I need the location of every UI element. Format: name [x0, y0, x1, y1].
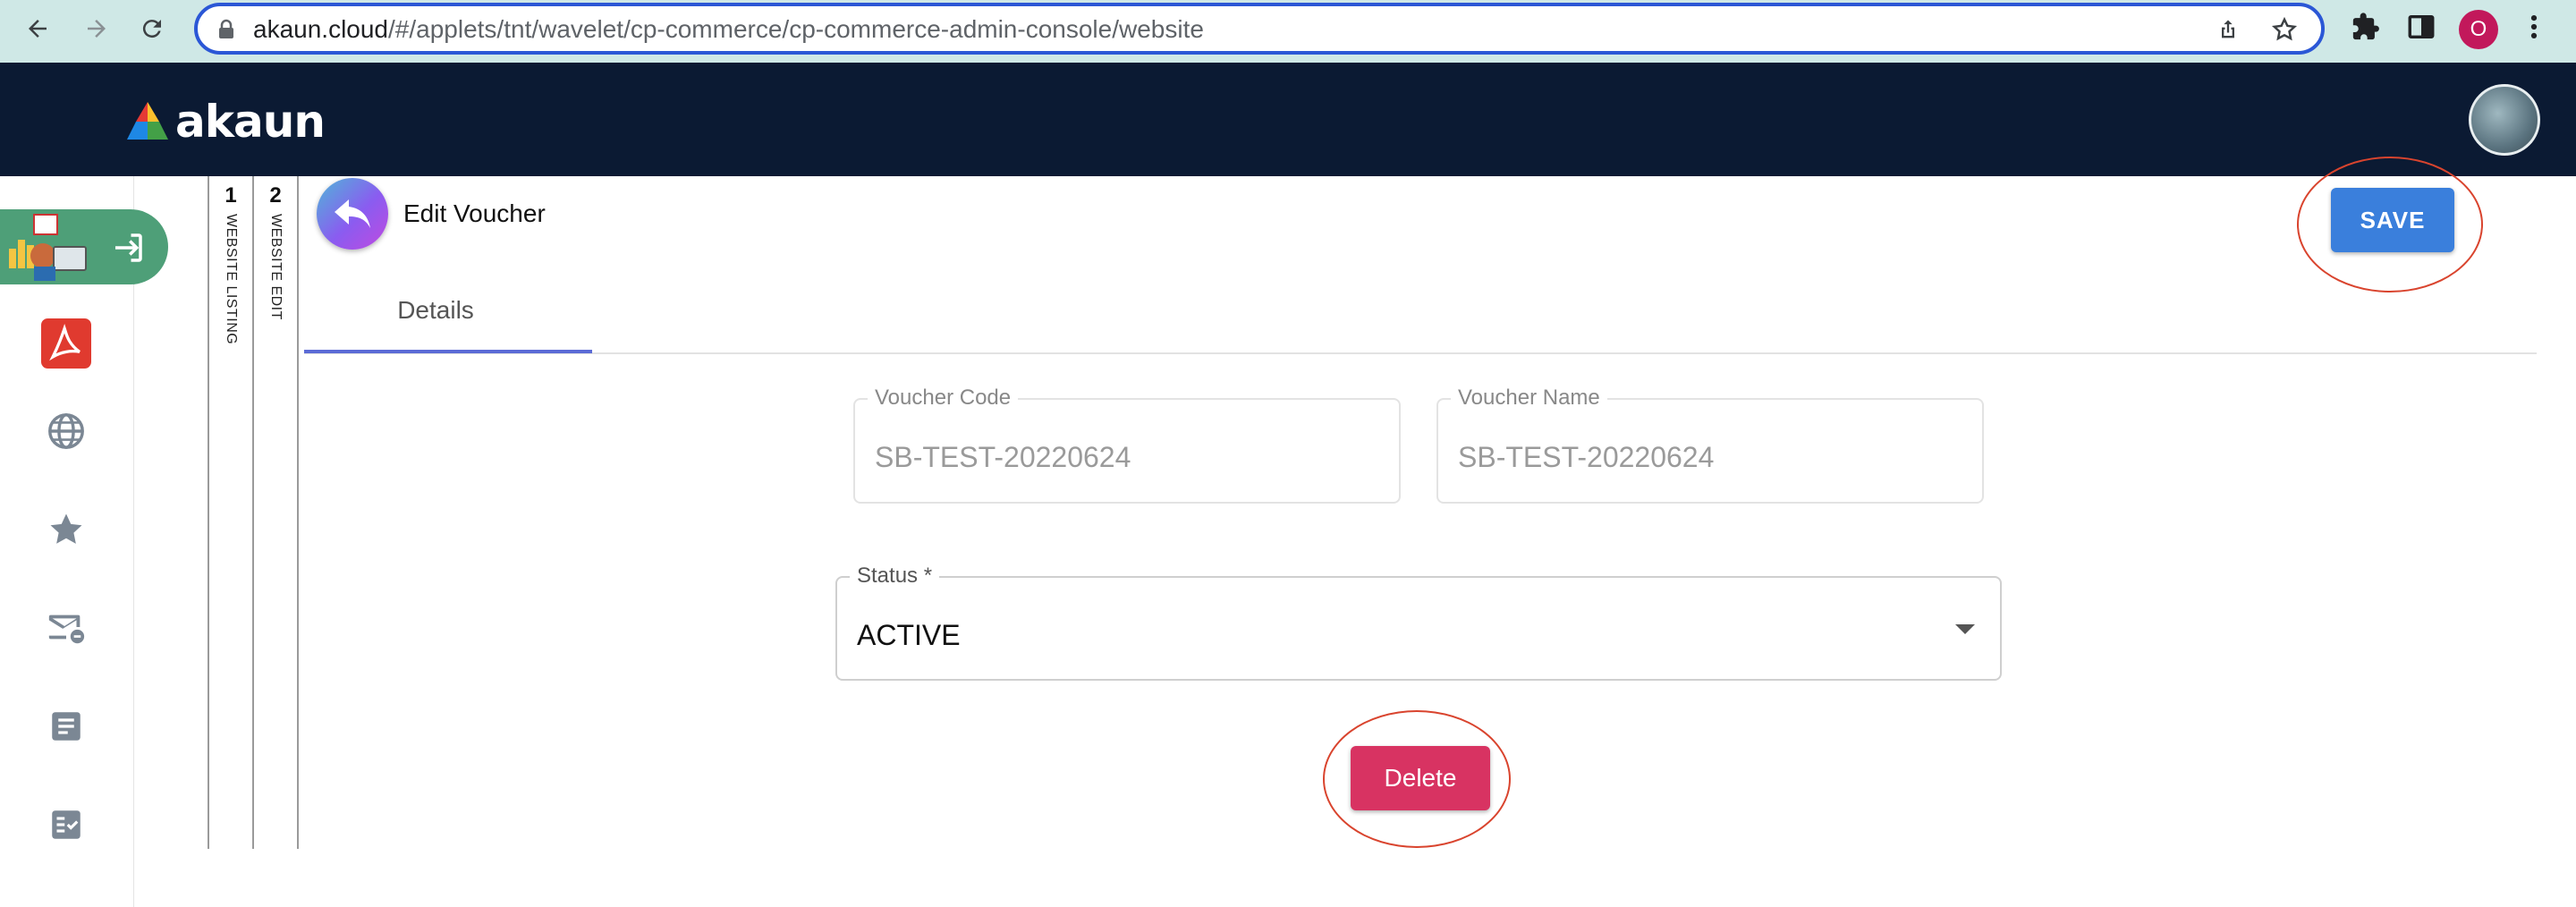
- dropdown-arrow-icon: [1955, 624, 1975, 634]
- applet-illustration-icon: [9, 214, 87, 281]
- step-label: WEBSITE LISTING: [224, 214, 239, 345]
- akaun-logo[interactable]: akaun: [125, 96, 326, 148]
- save-highlight-ring: [2297, 157, 2483, 292]
- left-sidebar: [0, 176, 168, 907]
- voucher-name-label: Voucher Name: [1451, 386, 1607, 411]
- tab-active-indicator: [304, 350, 592, 353]
- step-website-listing[interactable]: 1 WEBSITE LISTING: [209, 183, 252, 344]
- sidebar-item-mail[interactable]: [41, 602, 91, 652]
- voucher-code-label: Voucher Code: [868, 386, 1019, 411]
- share-icon[interactable]: [2216, 16, 2241, 47]
- back-button[interactable]: [317, 178, 388, 250]
- sidebar-item-documents[interactable]: [41, 701, 91, 751]
- reload-icon[interactable]: [132, 9, 172, 48]
- login-icon: [115, 233, 142, 262]
- sidebar-item-favorites[interactable]: [41, 504, 91, 555]
- extensions-puzzle-icon[interactable]: [2351, 12, 2381, 46]
- status-select[interactable]: Status * ACTIVE: [835, 564, 2002, 681]
- url-text: akaun.cloud/#/applets/tnt/wavelet/cp-com…: [253, 15, 1204, 43]
- reply-arrow-icon: [335, 199, 370, 228]
- sidebar-item-website[interactable]: [41, 406, 91, 456]
- mail-icon: [48, 615, 85, 644]
- lock-icon: [217, 19, 235, 44]
- step-tabs: 1 WEBSITE LISTING 2 WEBSITE EDIT: [208, 176, 299, 849]
- step-divider: [297, 176, 299, 849]
- more-vert-icon[interactable]: [2528, 12, 2540, 46]
- address-bar[interactable]: akaun.cloud/#/applets/tnt/wavelet/cp-com…: [194, 3, 2325, 55]
- step-number: 1: [225, 183, 237, 208]
- globe-icon: [48, 413, 84, 449]
- app-header: akaun: [0, 63, 2576, 176]
- forward-arrow-icon[interactable]: [77, 9, 116, 48]
- sidebar-item-acrobat[interactable]: [41, 318, 91, 369]
- bookmark-star-icon[interactable]: [2271, 16, 2298, 47]
- voucher-code-value: SB-TEST-20220624: [875, 441, 1131, 473]
- voucher-name-value: SB-TEST-20220624: [1458, 441, 1715, 473]
- side-panel-icon[interactable]: [2406, 12, 2436, 46]
- voucher-name-field[interactable]: Voucher Name SB-TEST-20220624: [1436, 386, 1984, 504]
- edit-voucher-panel: Edit Voucher SAVE Details Voucher Code S…: [301, 157, 2537, 849]
- status-label: Status *: [850, 564, 940, 589]
- page-title: Edit Voucher: [403, 199, 546, 227]
- tab-divider: [304, 352, 2537, 354]
- step-number: 2: [269, 183, 282, 208]
- checklist-icon: [52, 810, 80, 839]
- acrobat-icon: [41, 318, 91, 369]
- akaun-logo-mark-icon: [127, 102, 168, 140]
- tab-details[interactable]: Details: [301, 266, 571, 355]
- browser-toolbar: akaun.cloud/#/applets/tnt/wavelet/cp-com…: [0, 0, 2576, 63]
- step-website-edit[interactable]: 2 WEBSITE EDIT: [254, 183, 297, 320]
- document-icon: [52, 712, 80, 741]
- back-arrow-icon[interactable]: [18, 9, 57, 48]
- status-value: ACTIVE: [857, 619, 961, 651]
- browser-profile-avatar[interactable]: O: [2459, 10, 2498, 49]
- sidebar-item-checklist[interactable]: [41, 800, 91, 850]
- star-icon: [50, 513, 82, 544]
- user-avatar[interactable]: [2469, 84, 2540, 156]
- sidebar-item-active-applet[interactable]: [0, 209, 168, 284]
- voucher-code-field[interactable]: Voucher Code SB-TEST-20220624: [853, 386, 1401, 504]
- logo-text: akaun: [175, 96, 326, 148]
- delete-highlight-ring: [1323, 710, 1511, 848]
- step-label: WEBSITE EDIT: [268, 214, 284, 320]
